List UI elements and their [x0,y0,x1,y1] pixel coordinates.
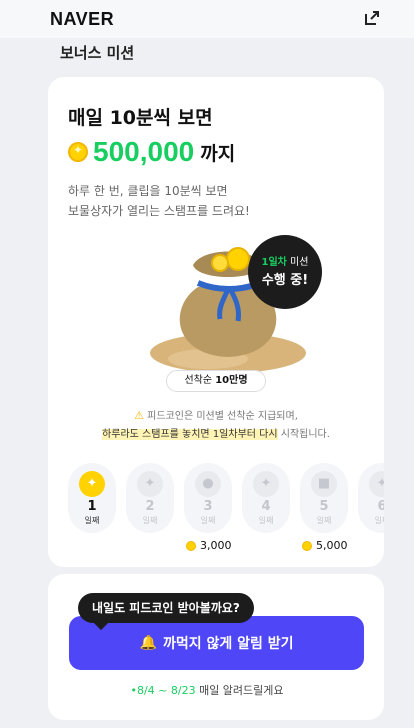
stamp-day-label: 일째 [374,516,384,525]
reminder-button-label: 까먹지 않게 알림 받기 [162,636,294,652]
stamp-day-2: ✦ 2 일째 [126,463,174,533]
bonus-amount: 5,000 [316,539,348,552]
stamp-number: 4 [261,499,271,514]
coin-stamp-icon: ✦ [137,471,163,497]
bell-icon: 🔔 [139,635,157,651]
stamp-day-1: ✦ 1 일째 [68,463,116,533]
badge-mission: 미션 [286,257,309,268]
description-line-1: 하루 한 번, 클립을 10분씩 보면 [68,184,228,198]
bonus-day-5: 5,000 [302,539,348,552]
reward-suffix: 까지 [200,142,236,165]
first-come-limit-pill: 선착순 10만명 [166,370,266,392]
coin-stamp-icon: ✦ [253,471,279,497]
reminder-button[interactable]: 🔔 까먹지 않게 알림 받기 [69,616,364,670]
pouch-stamp-icon: ● [195,471,221,497]
section-title: 보너스 미션 [60,44,135,62]
stamp-day-label: 일째 [84,516,100,525]
stamp-day-4: ✦ 4 일째 [242,463,290,533]
limit-value: 10만명 [215,375,248,386]
coin-icon [186,540,196,551]
badge-status: 수행 중! [261,273,309,288]
reminder-period-suffix: 매일 알려드릴게요 [195,684,284,697]
stamp-list[interactable]: ✦ 1 일째 ✦ 2 일째 ● 3 일째 ✦ 4 일째 ■ 5 일째 ✦ 6 일… [68,463,384,563]
notice-text: ⚠ 피드코인은 미션별 선착순 지급되며, 하루라도 스탬프를 놓치면 1일차부… [58,407,374,444]
bonus-day-3: 3,000 [186,539,232,552]
stamp-number: 6 [377,499,384,514]
mission-card: 매일 10분씩 보면 500,000 까지 하루 한 번, 클립을 10분씩 보… [48,77,384,567]
notice-line-1: 피드코인은 미션별 선착순 지급되며, [147,411,298,422]
mission-status-badge: 1일차 미션 수행 중! [248,235,322,309]
reminder-period: 8/4 ~ 8/23 [136,684,196,697]
notice-highlight: 하루라도 스탬프를 놓치면 1일차부터 다시 [102,429,278,440]
stamp-number: 3 [203,499,213,514]
external-link-icon[interactable] [363,9,381,27]
mission-headline: 매일 10분씩 보면 [68,107,213,129]
reminder-period-note: •8/4 ~ 8/23 매일 알려드릴게요 [130,684,284,697]
notice-line-2: 시작됩니다. [277,429,330,440]
description-line-2: 보물상자가 열리는 스탬프를 드려요! [68,204,250,218]
stamp-day-5: ■ 5 일째 [300,463,348,533]
naver-logo[interactable]: NAVER [50,9,114,30]
stamp-day-label: 일째 [200,516,216,525]
limit-prefix: 선착순 [184,375,216,386]
bonus-amount: 3,000 [200,539,232,552]
chest-stamp-icon: ■ [311,471,337,497]
stamp-number: 5 [319,499,329,514]
stamp-day-label: 일째 [258,516,274,525]
warning-icon: ⚠ [134,409,144,422]
reminder-tooltip: 내일도 피드코인 받아볼까요? [78,593,254,623]
stamp-day-label: 일째 [316,516,332,525]
stamp-day-6: ✦ 6 일째 [358,463,384,533]
stamp-day-3: ● 3 일째 [184,463,232,533]
coin-stamp-icon: ✦ [79,471,105,497]
coin-icon [302,540,312,551]
stamp-day-label: 일째 [142,516,158,525]
badge-day: 1일차 [261,257,287,268]
reward-amount: 500,000 [93,136,195,167]
coin-icon [68,142,88,162]
reward-line: 500,000 까지 [68,135,235,169]
top-bar: NAVER [0,0,414,38]
mission-description: 하루 한 번, 클립을 10분씩 보면 보물상자가 열리는 스탬프를 드려요! [68,181,250,221]
stamp-number: 2 [145,499,155,514]
coin-stamp-icon: ✦ [369,471,384,497]
stamp-number: 1 [87,499,97,514]
